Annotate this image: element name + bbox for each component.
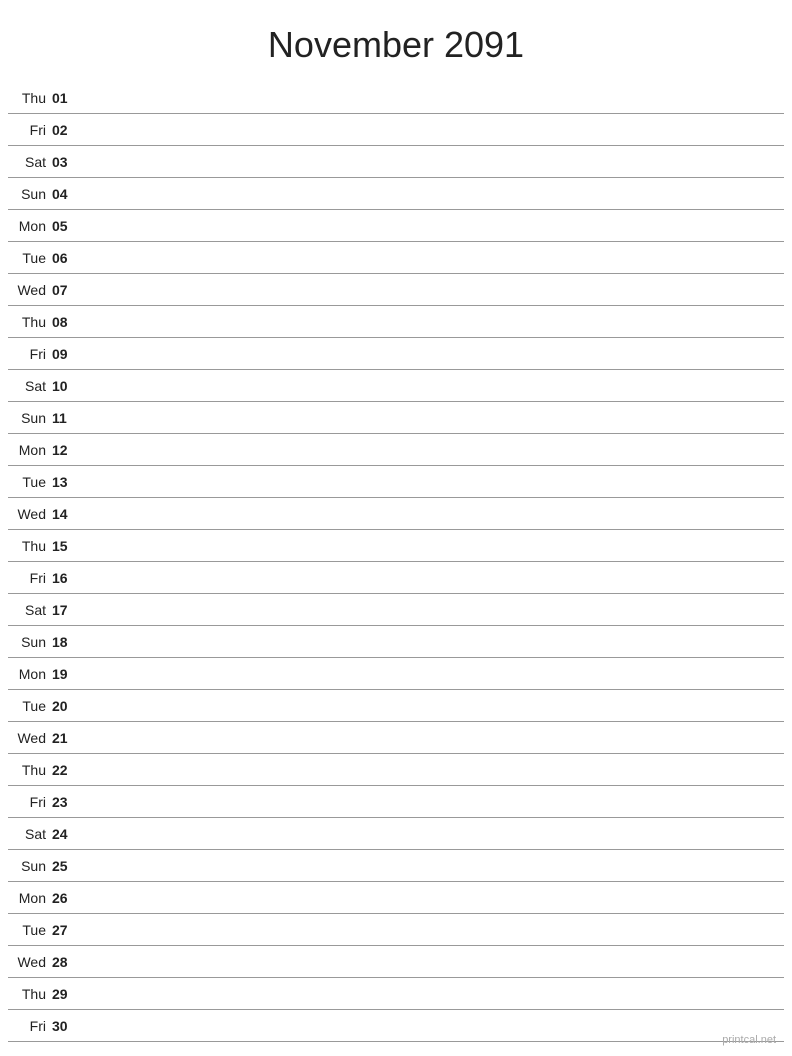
day-name: Tue: [8, 474, 52, 490]
day-number: 10: [52, 378, 82, 394]
day-name: Wed: [8, 954, 52, 970]
day-number: 07: [52, 282, 82, 298]
day-row: Sun18: [8, 626, 784, 658]
day-number: 22: [52, 762, 82, 778]
day-row: Thu15: [8, 530, 784, 562]
day-number: 29: [52, 986, 82, 1002]
day-row: Thu29: [8, 978, 784, 1010]
day-number: 11: [52, 410, 82, 426]
day-name: Tue: [8, 698, 52, 714]
day-name: Thu: [8, 762, 52, 778]
day-row: Tue27: [8, 914, 784, 946]
day-name: Sun: [8, 634, 52, 650]
day-number: 06: [52, 250, 82, 266]
day-row: Thu01: [8, 82, 784, 114]
day-row: Wed21: [8, 722, 784, 754]
day-name: Fri: [8, 346, 52, 362]
day-number: 13: [52, 474, 82, 490]
page-title: November 2091: [0, 0, 792, 82]
day-row: Fri09: [8, 338, 784, 370]
day-number: 30: [52, 1018, 82, 1034]
day-row: Sun04: [8, 178, 784, 210]
day-number: 20: [52, 698, 82, 714]
day-name: Mon: [8, 890, 52, 906]
day-name: Mon: [8, 666, 52, 682]
day-name: Thu: [8, 90, 52, 106]
day-number: 19: [52, 666, 82, 682]
day-name: Thu: [8, 314, 52, 330]
day-row: Mon05: [8, 210, 784, 242]
day-number: 17: [52, 602, 82, 618]
day-number: 24: [52, 826, 82, 842]
day-name: Sat: [8, 602, 52, 618]
day-name: Wed: [8, 282, 52, 298]
day-name: Fri: [8, 794, 52, 810]
day-number: 03: [52, 154, 82, 170]
day-number: 04: [52, 186, 82, 202]
day-row: Sat17: [8, 594, 784, 626]
day-name: Sun: [8, 410, 52, 426]
day-name: Fri: [8, 122, 52, 138]
day-name: Mon: [8, 218, 52, 234]
day-number: 28: [52, 954, 82, 970]
day-number: 05: [52, 218, 82, 234]
day-number: 26: [52, 890, 82, 906]
day-name: Thu: [8, 986, 52, 1002]
day-number: 02: [52, 122, 82, 138]
day-row: Sat24: [8, 818, 784, 850]
day-row: Fri30: [8, 1010, 784, 1042]
day-name: Thu: [8, 538, 52, 554]
day-name: Fri: [8, 570, 52, 586]
day-name: Mon: [8, 442, 52, 458]
day-row: Sat10: [8, 370, 784, 402]
day-number: 08: [52, 314, 82, 330]
day-row: Wed14: [8, 498, 784, 530]
day-number: 21: [52, 730, 82, 746]
day-name: Sat: [8, 378, 52, 394]
day-name: Sun: [8, 186, 52, 202]
day-row: Fri16: [8, 562, 784, 594]
day-number: 23: [52, 794, 82, 810]
day-name: Fri: [8, 1018, 52, 1034]
day-number: 15: [52, 538, 82, 554]
day-name: Sun: [8, 858, 52, 874]
day-row: Mon12: [8, 434, 784, 466]
day-number: 25: [52, 858, 82, 874]
day-number: 27: [52, 922, 82, 938]
day-name: Wed: [8, 506, 52, 522]
day-number: 12: [52, 442, 82, 458]
day-name: Sat: [8, 826, 52, 842]
day-row: Fri02: [8, 114, 784, 146]
day-number: 01: [52, 90, 82, 106]
day-row: Tue06: [8, 242, 784, 274]
day-row: Sun25: [8, 850, 784, 882]
day-row: Tue13: [8, 466, 784, 498]
watermark: printcal.net: [722, 1034, 776, 1046]
day-number: 14: [52, 506, 82, 522]
day-number: 16: [52, 570, 82, 586]
day-row: Fri23: [8, 786, 784, 818]
day-name: Tue: [8, 922, 52, 938]
day-number: 18: [52, 634, 82, 650]
day-row: Mon26: [8, 882, 784, 914]
day-row: Thu08: [8, 306, 784, 338]
day-row: Sun11: [8, 402, 784, 434]
day-row: Wed28: [8, 946, 784, 978]
calendar-grid: Thu01Fri02Sat03Sun04Mon05Tue06Wed07Thu08…: [0, 82, 792, 1042]
day-row: Tue20: [8, 690, 784, 722]
day-name: Sat: [8, 154, 52, 170]
day-row: Wed07: [8, 274, 784, 306]
day-row: Sat03: [8, 146, 784, 178]
day-row: Thu22: [8, 754, 784, 786]
day-number: 09: [52, 346, 82, 362]
day-name: Wed: [8, 730, 52, 746]
day-row: Mon19: [8, 658, 784, 690]
day-name: Tue: [8, 250, 52, 266]
